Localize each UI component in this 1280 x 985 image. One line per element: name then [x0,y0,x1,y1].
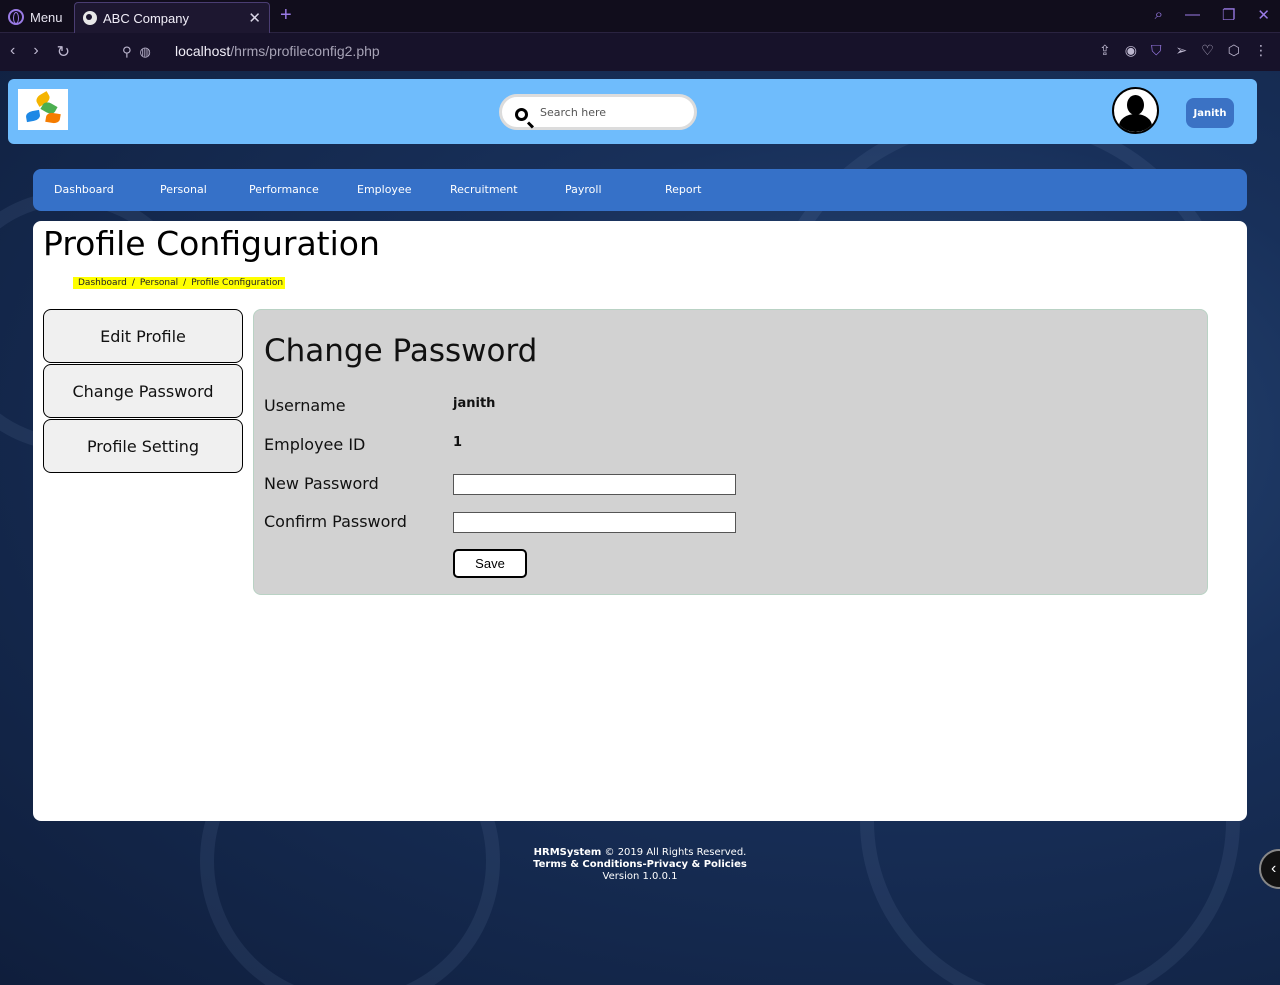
browser-menu-button[interactable]: Menu [8,8,63,26]
browser-tools: ⇪ ◉ ⛉ ➢ ♡ ⬡ ⋮ [1099,42,1268,59]
tab-title: ABC Company [103,10,189,26]
opera-logo-icon [8,9,24,25]
browser-menu-label: Menu [30,9,63,25]
footer-copyright-line: HRMSystem © 2019 All Rights Reserved. [0,847,1280,859]
breadcrumb-profile-configuration[interactable]: Profile Configuration [191,277,283,289]
browser-tab-bar: Menu ABC Company ✕ + ⌕ — ❐ ✕ [0,0,1280,33]
nav-item-employee[interactable]: Employee [357,183,411,196]
breadcrumb-personal[interactable]: Personal [140,277,178,289]
footer-copyright: © 2019 All Rights Reserved. [604,847,747,858]
globe-icon [83,11,97,25]
breadcrumb: Dashboard / Personal / Profile Configura… [73,277,286,289]
footer-version: Version 1.0.0.1 [602,871,678,882]
reload-icon[interactable]: ↻ [57,42,70,62]
forward-icon[interactable]: › [33,42,38,62]
nav-item-performance[interactable]: Performance [249,183,319,196]
employee-id-label: Employee ID [264,435,366,454]
key-icon[interactable]: ⚲ [122,44,132,60]
breadcrumb-dashboard[interactable]: Dashboard [78,277,127,289]
footer-links[interactable]: Terms & Conditions-Privacy & Policies [533,859,747,870]
site-header: Janith [8,79,1257,144]
url-host: localhost [175,43,231,59]
share-icon[interactable]: ⇪ [1099,42,1111,59]
browser-tab[interactable]: ABC Company ✕ [74,2,270,33]
new-password-field[interactable] [453,474,736,495]
search-input[interactable] [540,103,685,121]
nav-item-personal[interactable]: Personal [160,183,207,196]
confirm-password-label: Confirm Password [264,512,407,531]
url-icons: ⚲ ◍ [122,44,151,60]
search-icon[interactable] [515,108,528,121]
shield-icon[interactable]: ⛉ [1151,42,1162,59]
browser-nav-buttons: ‹ › ↻ [10,42,70,62]
nav-item-payroll[interactable]: Payroll [565,183,602,196]
more-icon[interactable]: ⋮ [1254,42,1268,59]
new-password-label: New Password [264,474,379,493]
company-logo[interactable] [18,89,68,130]
user-button[interactable]: Janith [1186,98,1234,128]
change-password-button[interactable]: Change Password [43,364,243,418]
avatar-body [1119,114,1152,132]
url-path: /hrms/profileconfig2.php [230,43,380,59]
camera-icon[interactable]: ◉ [1125,42,1137,59]
change-password-panel: Change Password Username janith Employee… [253,309,1208,595]
avatar-head [1127,95,1144,115]
nav-item-report[interactable]: Report [665,183,701,196]
page-title: Profile Configuration [43,224,380,263]
breadcrumb-separator: / [131,278,135,288]
browser-search-icon[interactable]: ⌕ [1155,6,1163,24]
search-box [499,94,697,130]
main-navbar: Dashboard Personal Performance Employee … [33,169,1247,211]
username-value: janith [453,396,496,411]
logo-leaf [25,109,41,123]
address-bar: ‹ › ↻ ⚲ ◍ localhost/hrms/profileconfig2.… [0,33,1280,71]
close-window-icon[interactable]: ✕ [1257,6,1270,24]
employee-id-value: 1 [453,435,463,450]
logo-leaf [45,111,61,125]
cube-icon[interactable]: ⬡ [1228,42,1240,59]
username-label: Username [264,396,346,415]
content-card: Profile Configuration Dashboard / Person… [33,221,1247,821]
nav-item-recruitment[interactable]: Recruitment [450,183,518,196]
back-icon[interactable]: ‹ [10,42,15,62]
edit-profile-button[interactable]: Edit Profile [43,309,243,363]
avatar[interactable] [1112,87,1159,134]
url-field[interactable]: localhost/hrms/profileconfig2.php [175,43,380,59]
panel-title: Change Password [264,333,538,369]
site-info-icon[interactable]: ◍ [140,44,151,60]
nav-item-dashboard[interactable]: Dashboard [54,183,114,196]
send-icon[interactable]: ➢ [1175,42,1187,59]
confirm-password-field[interactable] [453,512,736,533]
heart-icon[interactable]: ♡ [1201,42,1214,59]
profile-setting-button[interactable]: Profile Setting [43,419,243,473]
breadcrumb-separator: / [183,278,187,288]
site-footer: HRMSystem © 2019 All Rights Reserved. Te… [0,847,1280,883]
restore-icon[interactable]: ❐ [1222,6,1235,24]
close-tab-icon[interactable]: ✕ [248,9,261,27]
window-controls: ⌕ — ❐ ✕ [1155,6,1270,24]
minimize-icon[interactable]: — [1185,6,1200,24]
footer-brand: HRMSystem [533,847,602,858]
save-button[interactable]: Save [453,549,527,578]
new-tab-icon[interactable]: + [280,4,292,27]
